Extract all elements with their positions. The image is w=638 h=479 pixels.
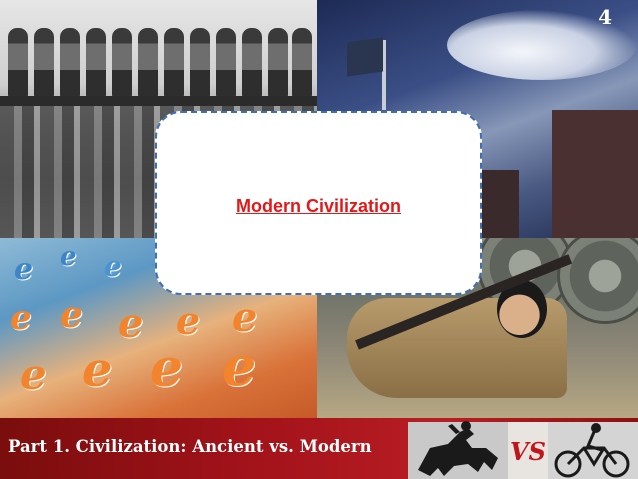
slide-title: Modern Civilization bbox=[235, 196, 401, 216]
vs-emblem-icon: VS bbox=[508, 422, 548, 479]
footer-banner: Part 1. Civilization: Ancient vs. Modern… bbox=[0, 418, 638, 479]
slide: 4 e e e e e e e e e e e e Modern Civiliz… bbox=[0, 0, 638, 479]
ancient-vs-modern-illustration: VS bbox=[408, 421, 638, 479]
svg-text:VS: VS bbox=[510, 437, 546, 466]
footer-text: Part 1. Civilization: Ancient vs. Modern bbox=[8, 437, 372, 456]
horse-rider-icon bbox=[408, 421, 508, 479]
cyclist-icon bbox=[548, 422, 638, 479]
page-number: 4 bbox=[598, 5, 612, 29]
title-card: Modern Civilization bbox=[155, 111, 482, 295]
